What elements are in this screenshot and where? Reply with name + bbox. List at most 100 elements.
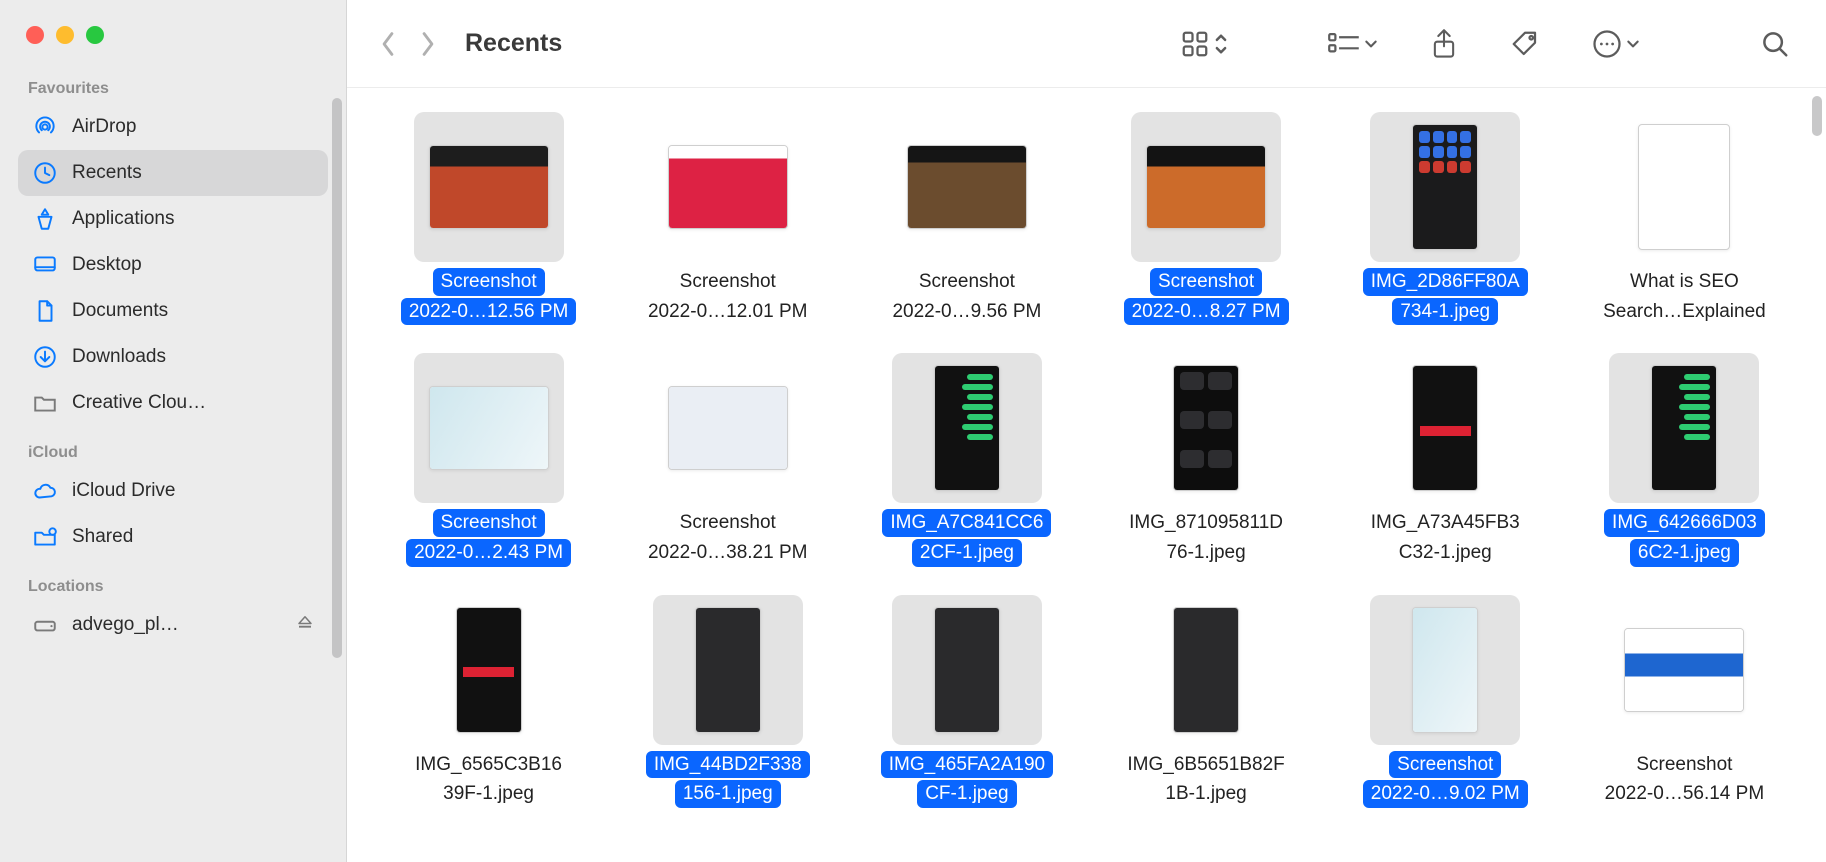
file-thumbnail	[653, 353, 803, 503]
tag-icon	[1510, 29, 1540, 59]
file-name-line1: Screenshot	[1389, 751, 1501, 779]
file-name-line1: Screenshot	[672, 268, 784, 296]
group-icon	[1328, 31, 1360, 57]
back-button[interactable]	[375, 31, 401, 57]
file-name-line2: 6C2-1.jpeg	[1630, 539, 1739, 567]
sidebar-item-cc[interactable]: Creative Clou…	[18, 380, 328, 426]
search-button[interactable]	[1752, 24, 1798, 64]
file-item[interactable]: Screenshot2022-0…8.27 PM	[1087, 112, 1326, 325]
file-name-line2: 2022-0…12.56 PM	[401, 298, 577, 326]
file-name-line2: 2022-0…56.14 PM	[1597, 780, 1773, 808]
file-item[interactable]: IMG_871095811D76-1.jpeg	[1087, 353, 1326, 566]
share-button[interactable]	[1422, 24, 1466, 64]
sidebar-section-label: Favourites	[0, 80, 346, 104]
sidebar-item-label: Creative Clou…	[72, 392, 206, 414]
sidebar-item-label: Recents	[72, 162, 142, 184]
sidebar-item-recents[interactable]: Recents	[18, 150, 328, 196]
sidebar-item-label: Applications	[72, 208, 174, 230]
file-name-line1: IMG_44BD2F338	[646, 751, 810, 779]
file-name-line2: 2022-0…2.43 PM	[406, 539, 571, 567]
file-thumbnail	[1609, 595, 1759, 745]
file-thumbnail	[892, 353, 1042, 503]
file-thumbnail	[1609, 112, 1759, 262]
file-item[interactable]: Screenshot2022-0…12.01 PM	[608, 112, 847, 325]
sidebar-item-label: advego_pl…	[72, 614, 179, 636]
toolbar: Recents	[347, 0, 1826, 88]
main-area: Recents	[347, 0, 1826, 862]
sidebar-item-shared[interactable]: Shared	[18, 514, 328, 560]
file-thumbnail	[1131, 353, 1281, 503]
file-name-line2: 734-1.jpeg	[1392, 298, 1498, 326]
share-icon	[1430, 28, 1458, 60]
minimize-window-button[interactable]	[56, 26, 74, 44]
sidebar-item-apps[interactable]: Applications	[18, 196, 328, 242]
file-thumbnail	[1370, 595, 1520, 745]
sidebar-item-advego[interactable]: advego_pl…	[18, 602, 328, 648]
file-name-line1: IMG_A7C841CC6	[882, 509, 1051, 537]
file-item[interactable]: Screenshot2022-0…9.56 PM	[847, 112, 1086, 325]
file-name-line2: 156-1.jpeg	[675, 780, 781, 808]
apps-icon	[32, 206, 58, 232]
desktop-icon	[32, 252, 58, 278]
file-item[interactable]: Screenshot2022-0…12.56 PM	[369, 112, 608, 325]
file-name-line1: Screenshot	[911, 268, 1023, 296]
view-mode-button[interactable]	[1172, 24, 1236, 64]
content-scrollbar[interactable]	[1812, 96, 1822, 136]
file-item[interactable]: IMG_44BD2F338156-1.jpeg	[608, 595, 847, 808]
file-item[interactable]: Screenshot2022-0…9.02 PM	[1326, 595, 1565, 808]
file-item[interactable]: IMG_6B5651B82F1B-1.jpeg	[1087, 595, 1326, 808]
airdrop-icon	[32, 114, 58, 140]
file-item[interactable]: IMG_2D86FF80A734-1.jpeg	[1326, 112, 1565, 325]
search-icon	[1760, 29, 1790, 59]
sidebar-item-desktop[interactable]: Desktop	[18, 242, 328, 288]
ellipsis-circle-icon	[1592, 29, 1622, 59]
action-menu-button[interactable]	[1584, 24, 1648, 64]
file-item[interactable]: IMG_642666D036C2-1.jpeg	[1565, 353, 1804, 566]
forward-button[interactable]	[415, 31, 441, 57]
file-item[interactable]: Screenshot2022-0…2.43 PM	[369, 353, 608, 566]
sidebar-item-documents[interactable]: Documents	[18, 288, 328, 334]
file-thumbnail	[414, 112, 564, 262]
file-name-line2: 2CF-1.jpeg	[912, 539, 1022, 567]
eject-icon[interactable]	[296, 613, 314, 637]
sidebar-item-label: Documents	[72, 300, 168, 322]
download-icon	[32, 344, 58, 370]
window-controls	[0, 12, 346, 44]
sidebar-item-downloads[interactable]: Downloads	[18, 334, 328, 380]
tags-button[interactable]	[1502, 24, 1548, 64]
sidebar-item-airdrop[interactable]: AirDrop	[18, 104, 328, 150]
file-thumbnail	[414, 595, 564, 745]
cloud-icon	[32, 478, 58, 504]
file-thumbnail	[1609, 353, 1759, 503]
file-name-line1: Screenshot	[433, 268, 545, 296]
file-thumbnail	[414, 353, 564, 503]
file-item[interactable]: Screenshot2022-0…56.14 PM	[1565, 595, 1804, 808]
file-item[interactable]: Screenshot2022-0…38.21 PM	[608, 353, 847, 566]
sidebar-item-label: Desktop	[72, 254, 142, 276]
sidebar-item-label: AirDrop	[72, 116, 136, 138]
file-name-line1: IMG_2D86FF80A	[1363, 268, 1528, 296]
close-window-button[interactable]	[26, 26, 44, 44]
zoom-window-button[interactable]	[86, 26, 104, 44]
file-name-line2: 2022-0…38.21 PM	[640, 539, 816, 567]
file-name-line2: C32-1.jpeg	[1391, 539, 1500, 567]
file-item[interactable]: IMG_A73A45FB3C32-1.jpeg	[1326, 353, 1565, 566]
file-item[interactable]: IMG_A7C841CC62CF-1.jpeg	[847, 353, 1086, 566]
file-thumbnail	[1370, 353, 1520, 503]
window-title: Recents	[465, 29, 562, 58]
group-by-button[interactable]	[1320, 24, 1386, 64]
file-name-line2: 2022-0…9.56 PM	[884, 298, 1049, 326]
chevron-down-icon	[1626, 37, 1640, 51]
chevron-down-icon	[1364, 37, 1378, 51]
file-name-line1: IMG_6565C3B16	[407, 751, 570, 779]
file-thumbnail	[1131, 595, 1281, 745]
file-grid-area[interactable]: Screenshot2022-0…12.56 PMScreenshot2022-…	[347, 88, 1826, 862]
file-item[interactable]: IMG_6565C3B1639F-1.jpeg	[369, 595, 608, 808]
file-name-line1: IMG_465FA2A190	[881, 751, 1053, 779]
file-name-line2: 2022-0…8.27 PM	[1124, 298, 1289, 326]
file-item[interactable]: What is SEOSearch…Explained	[1565, 112, 1804, 325]
sidebar-item-iclouddrive[interactable]: iCloud Drive	[18, 468, 328, 514]
file-item[interactable]: IMG_465FA2A190CF-1.jpeg	[847, 595, 1086, 808]
file-name-line2: 39F-1.jpeg	[435, 780, 542, 808]
sidebar-scrollbar[interactable]	[332, 98, 342, 658]
